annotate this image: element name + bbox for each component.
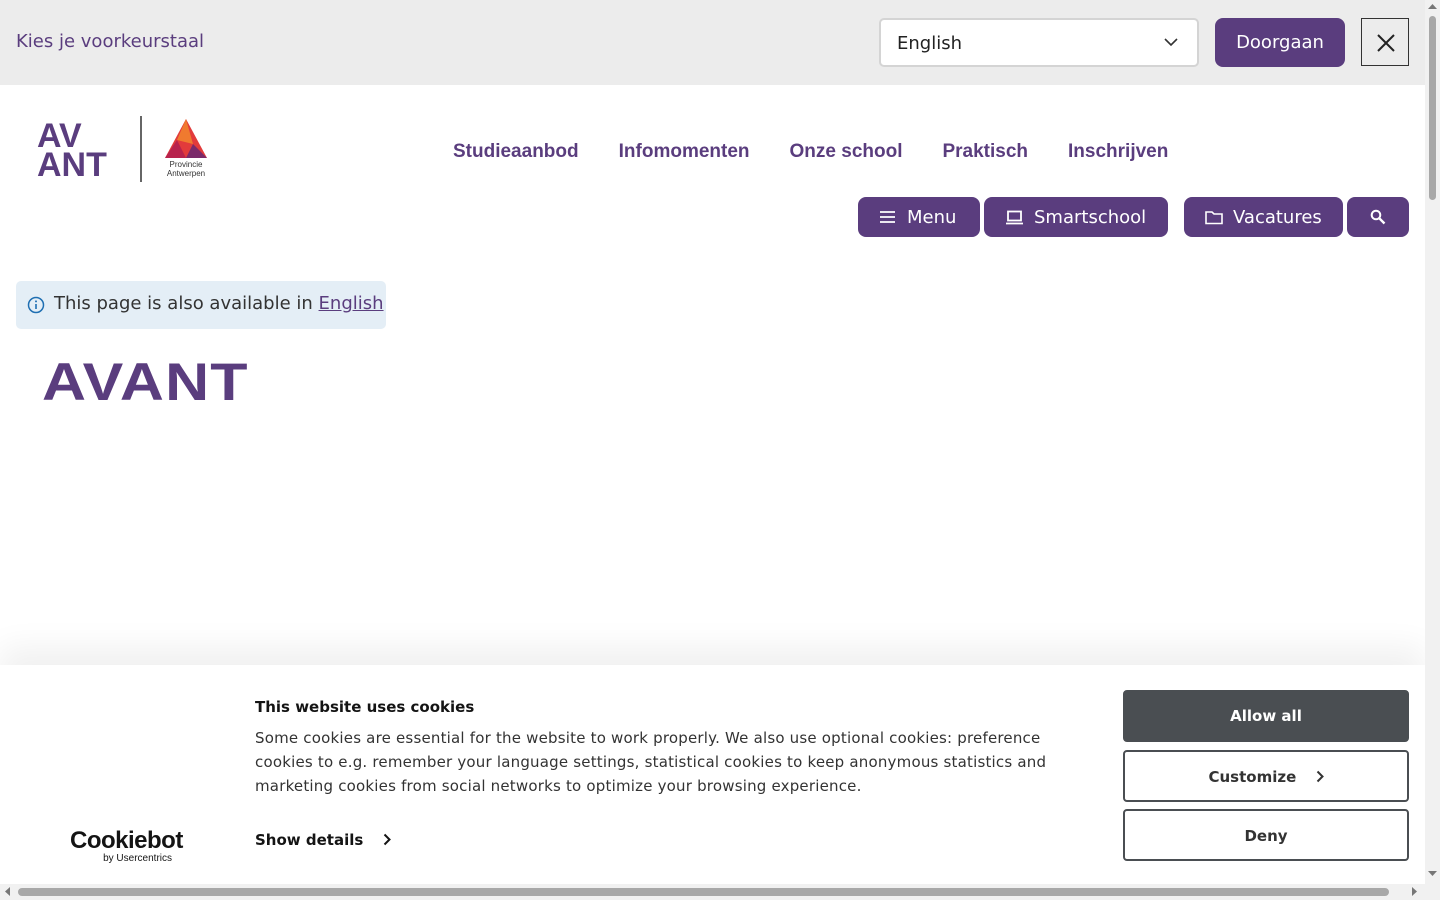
- vertical-scrollbar-thumb[interactable]: [1429, 16, 1436, 200]
- language-available-notice: This page is also available in English: [16, 281, 386, 329]
- menu-button[interactable]: Menu: [858, 197, 980, 237]
- chevron-down-icon: [1164, 38, 1178, 47]
- close-icon: [1377, 34, 1395, 52]
- customize-button[interactable]: Customize: [1123, 750, 1409, 802]
- logo-partner-line1: Provincie: [170, 160, 203, 169]
- allow-all-button[interactable]: Allow all: [1123, 690, 1409, 742]
- site-logo[interactable]: AV ANT Provincie Antwerpen: [37, 114, 212, 184]
- logo-partner-line2: Antwerpen: [167, 169, 205, 178]
- show-details-link[interactable]: Show details: [255, 831, 391, 849]
- scroll-down-arrow-icon[interactable]: [1428, 870, 1437, 877]
- show-details-label: Show details: [255, 831, 364, 849]
- notice-text: This page is also available in: [54, 293, 313, 314]
- cookie-banner-body: Some cookies are essential for the websi…: [255, 729, 1047, 795]
- nav-item-praktisch[interactable]: Praktisch: [942, 141, 1028, 163]
- vacatures-button[interactable]: Vacatures: [1184, 197, 1343, 237]
- search-icon: [1370, 209, 1386, 225]
- cookiebot-brand-name: Cookiebot: [70, 827, 183, 854]
- smartschool-button[interactable]: Smartschool: [984, 197, 1168, 237]
- scroll-left-arrow-icon[interactable]: [4, 887, 11, 896]
- menu-button-label: Menu: [907, 206, 957, 228]
- smartschool-button-label: Smartschool: [1034, 206, 1147, 228]
- folder-icon: [1205, 210, 1223, 224]
- avant-logo-graphic: AV ANT Provincie Antwerpen: [37, 116, 207, 184]
- search-button[interactable]: [1347, 197, 1409, 237]
- customize-button-label: Customize: [1208, 768, 1297, 786]
- scroll-up-arrow-icon[interactable]: [1428, 3, 1437, 10]
- main-nav: Studieaanbod Infomomenten Onze school Pr…: [453, 141, 1168, 163]
- cookiebot-logo[interactable]: Cookiebot by Usercentrics: [70, 827, 183, 865]
- provincie-antwerpen-emblem: [165, 119, 207, 158]
- language-select-value: English: [897, 33, 962, 54]
- close-language-bar-button[interactable]: [1361, 18, 1409, 66]
- nav-item-onze-school[interactable]: Onze school: [790, 141, 903, 163]
- laptop-icon: [1006, 210, 1023, 224]
- language-bar: Kies je voorkeurstaal English Doorgaan: [0, 0, 1425, 85]
- language-select[interactable]: English: [879, 18, 1199, 67]
- info-icon: [27, 296, 45, 314]
- horizontal-scrollbar-thumb[interactable]: [18, 888, 1389, 896]
- continue-button[interactable]: Doorgaan: [1215, 18, 1345, 67]
- scroll-right-arrow-icon[interactable]: [1411, 887, 1418, 896]
- vacatures-button-label: Vacatures: [1233, 206, 1322, 228]
- logo-wordmark-bottom: ANT: [37, 146, 107, 184]
- notice-english-link[interactable]: English: [319, 293, 384, 314]
- deny-button[interactable]: Deny: [1123, 809, 1409, 861]
- page-title: AVANT: [42, 353, 249, 412]
- nav-item-inschrijven[interactable]: Inschrijven: [1068, 141, 1168, 163]
- chevron-right-icon: [383, 833, 391, 846]
- horizontal-scrollbar[interactable]: [0, 884, 1425, 900]
- nav-item-studieaanbod[interactable]: Studieaanbod: [453, 141, 579, 163]
- nav-item-infomomenten[interactable]: Infomomenten: [619, 141, 750, 163]
- hamburger-icon: [880, 211, 895, 223]
- cookie-banner: Cookiebot by Usercentrics This website u…: [0, 665, 1425, 900]
- language-prompt: Kies je voorkeurstaal: [16, 31, 205, 52]
- cookiebot-brand-sub: by Usercentrics: [103, 853, 172, 864]
- cookie-banner-title: This website uses cookies: [255, 698, 475, 716]
- notice-text-wrapper: This page is also available in English: [54, 293, 384, 314]
- vertical-scrollbar[interactable]: [1425, 0, 1440, 900]
- chevron-right-icon: [1316, 770, 1324, 783]
